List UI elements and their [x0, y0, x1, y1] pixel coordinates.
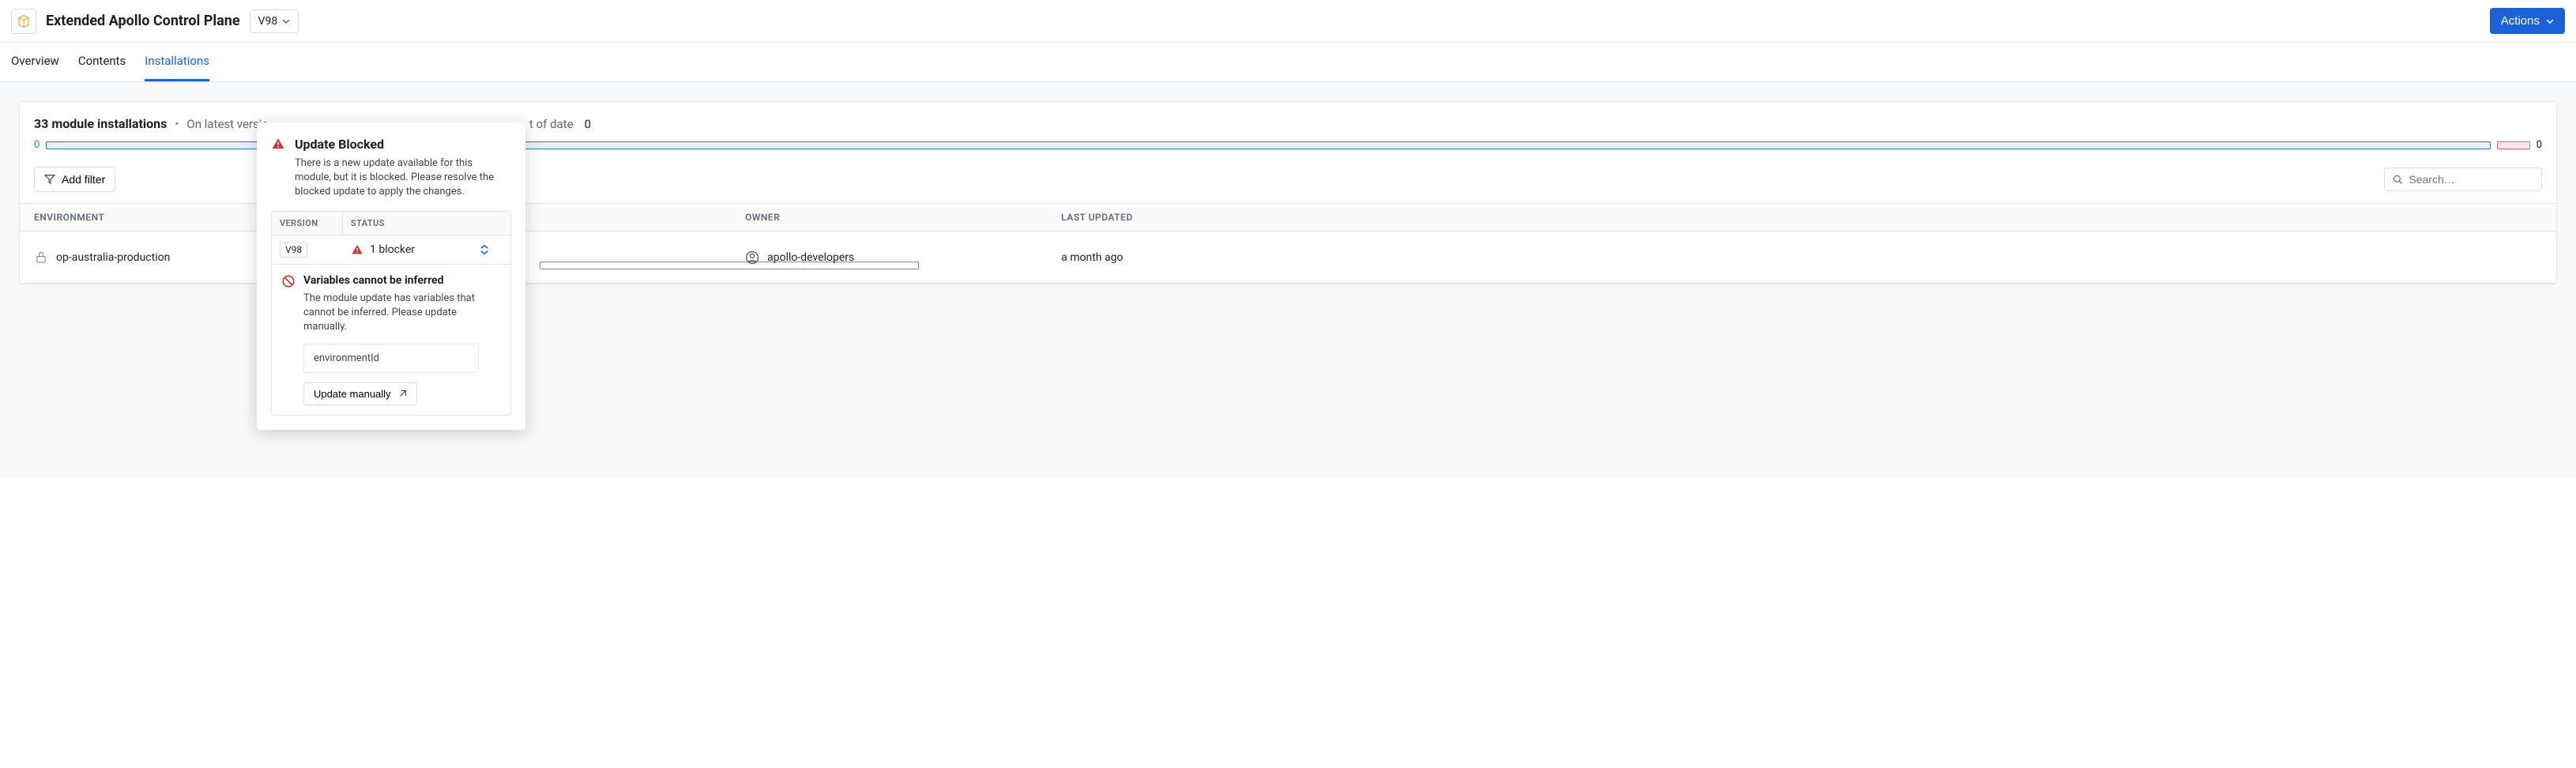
col-environment: ENVIRONMENT — [34, 212, 271, 223]
popover-detail-description: The module update has variables that can… — [303, 292, 501, 335]
variable-box: environmentId — [303, 344, 479, 373]
popover-description: There is a new update available for this… — [295, 156, 511, 200]
installations-panel: 33 module installations • On latest vers… — [19, 101, 2557, 284]
actions-button[interactable]: Actions — [2490, 8, 2565, 34]
popover-version-badge: V98 — [280, 242, 307, 258]
bar-left-value: 0 — [34, 139, 40, 151]
progress-bar-blocked — [2497, 141, 2530, 149]
add-filter-button[interactable]: Add filter — [34, 167, 115, 192]
chevron-down-icon — [282, 19, 290, 24]
tab-overview[interactable]: Overview — [11, 43, 59, 81]
actions-label: Actions — [2501, 14, 2540, 28]
page-title: Extended Apollo Control Plane — [46, 13, 240, 29]
tab-contents[interactable]: Contents — [78, 43, 126, 81]
search-icon — [2393, 174, 2402, 185]
tab-installations[interactable]: Installations — [145, 43, 209, 81]
environment-cell: op-australia-production — [34, 250, 271, 265]
col-last-updated: LAST UPDATED — [1061, 212, 2542, 223]
filter-icon — [44, 174, 55, 185]
external-link-icon — [397, 390, 407, 399]
cube-icon — [17, 14, 31, 28]
environment-icon — [34, 250, 48, 265]
prohibited-icon — [281, 274, 296, 288]
popover-table-header: VERSION STATUS — [272, 212, 510, 235]
tabs: Overview Contents Installations — [0, 43, 2576, 82]
popover-status-text: 1 blocker — [370, 243, 415, 256]
out-of-date-value: 0 — [585, 117, 591, 131]
collapse-icon — [479, 244, 490, 255]
owner-cell: apollo-developers — [745, 250, 1061, 265]
out-of-date-label: t of date — [529, 117, 574, 131]
page-header: Extended Apollo Control Plane V98 Action… — [0, 0, 2576, 43]
update-blocked-popover: Update Blocked There is a new update ava… — [257, 122, 525, 430]
popover-detail-title: Variables cannot be inferred — [303, 274, 444, 287]
installation-count: 33 module installations — [34, 116, 167, 131]
chevron-down-icon — [2546, 19, 2554, 24]
last-updated-cell: a month ago — [1061, 251, 2542, 264]
popover-detail: Variables cannot be inferred The module … — [272, 265, 510, 416]
popover-th-version: VERSION — [272, 212, 343, 235]
popover-th-status: STATUS — [343, 212, 510, 235]
bar-right-value: 0 — [2536, 139, 2542, 151]
update-manually-button[interactable]: Update manually — [303, 382, 417, 405]
separator-dot: • — [175, 117, 179, 131]
popover-table-row[interactable]: V98 1 blocker — [272, 235, 510, 265]
add-filter-label: Add filter — [62, 173, 105, 186]
user-icon — [745, 250, 759, 265]
popover-table: VERSION STATUS V98 1 blocker — [271, 211, 511, 416]
warning-triangle-icon — [271, 137, 285, 151]
search-box[interactable] — [2384, 168, 2542, 191]
col-owner: OWNER — [745, 212, 1061, 223]
collapse-toggle[interactable] — [479, 244, 503, 255]
environment-name: op-australia-production — [56, 251, 170, 264]
owner-name: apollo-developers — [767, 251, 854, 264]
search-input[interactable] — [2408, 173, 2533, 186]
version-label: V98 — [258, 15, 278, 28]
warning-triangle-icon — [351, 243, 363, 256]
header-left: Extended Apollo Control Plane V98 — [11, 9, 299, 34]
version-selector[interactable]: V98 — [250, 9, 299, 33]
app-icon — [11, 9, 36, 34]
update-manually-label: Update manually — [314, 388, 391, 400]
popover-status-cell: 1 blocker — [351, 243, 479, 256]
popover-title: Update Blocked — [295, 137, 384, 152]
content-area: 33 module installations • On latest vers… — [0, 82, 2576, 477]
